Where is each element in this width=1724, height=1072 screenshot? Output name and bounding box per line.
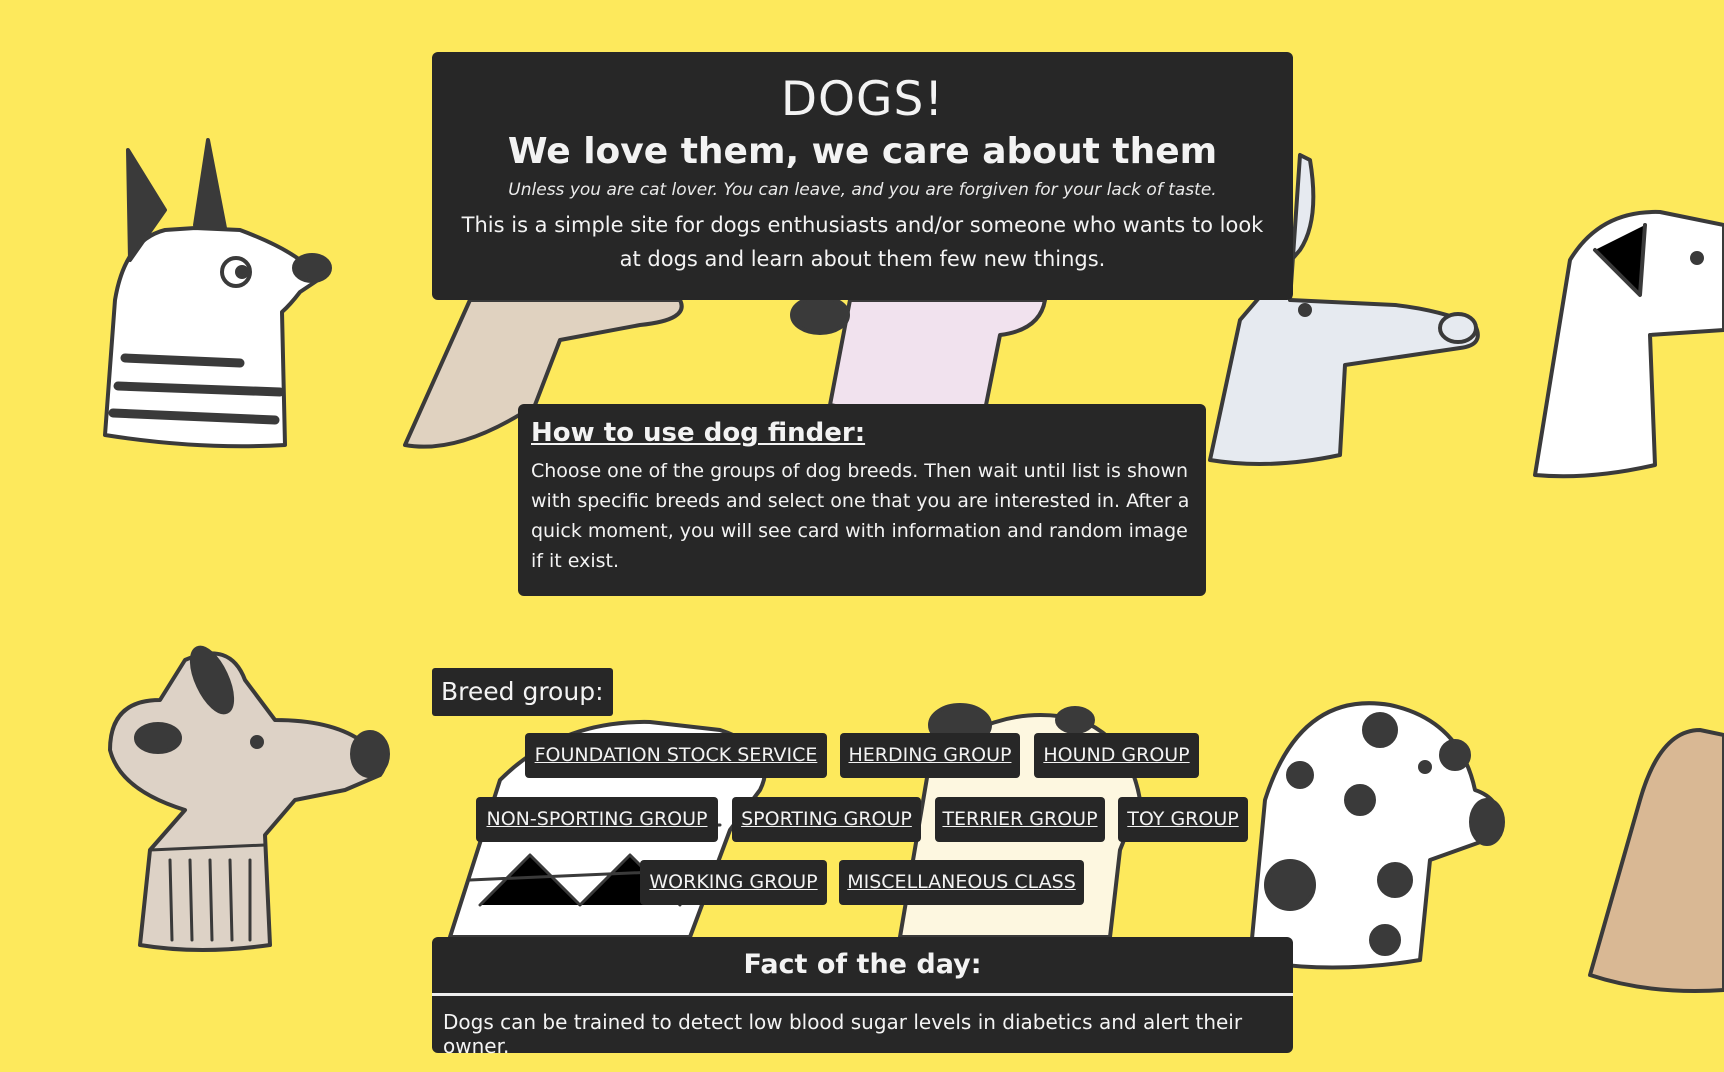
group-button-foundation-stock-service[interactable]: FOUNDATION STOCK SERVICE	[525, 733, 827, 778]
fact-card: Fact of the day: Dogs can be trained to …	[432, 937, 1293, 1058]
page-subtitle: We love them, we care about them	[507, 131, 1218, 172]
fact-title: Fact of the day:	[432, 937, 1293, 996]
header-card: DOGS! We love them, we care about them U…	[432, 52, 1293, 300]
tagline: Unless you are cat lover. You can leave,…	[508, 180, 1217, 200]
group-button-working[interactable]: WORKING GROUP	[640, 860, 827, 905]
striped-dog-illustration	[103, 138, 332, 449]
howto-card: How to use dog finder: Choose one of the…	[518, 404, 1206, 596]
fact-text: Dogs can be trained to detect low blood …	[443, 1010, 1243, 1058]
group-button-terrier[interactable]: TERRIER GROUP	[935, 797, 1105, 842]
intro-text: This is a simple site for dogs enthusias…	[461, 213, 1264, 271]
group-button-non-sporting[interactable]: NON-SPORTING GROUP	[476, 797, 718, 842]
group-button-miscellaneous[interactable]: MISCELLANEOUS CLASS	[839, 860, 1084, 905]
breed-group-label: Breed group:	[432, 668, 613, 716]
group-button-hound[interactable]: HOUND GROUP	[1034, 733, 1199, 778]
group-button-toy[interactable]: TOY GROUP	[1118, 797, 1248, 842]
beige-dog-illustration	[108, 645, 390, 952]
group-button-herding[interactable]: HERDING GROUP	[840, 733, 1020, 778]
white-dog-illustration	[1533, 209, 1724, 479]
howto-title: How to use dog finder:	[531, 418, 866, 448]
howto-text: Choose one of the groups of dog breeds. …	[531, 460, 1190, 572]
page-title: DOGS!	[780, 72, 945, 127]
dalmatian-illustration	[1248, 701, 1505, 970]
group-button-sporting[interactable]: SPORTING GROUP	[732, 797, 921, 842]
